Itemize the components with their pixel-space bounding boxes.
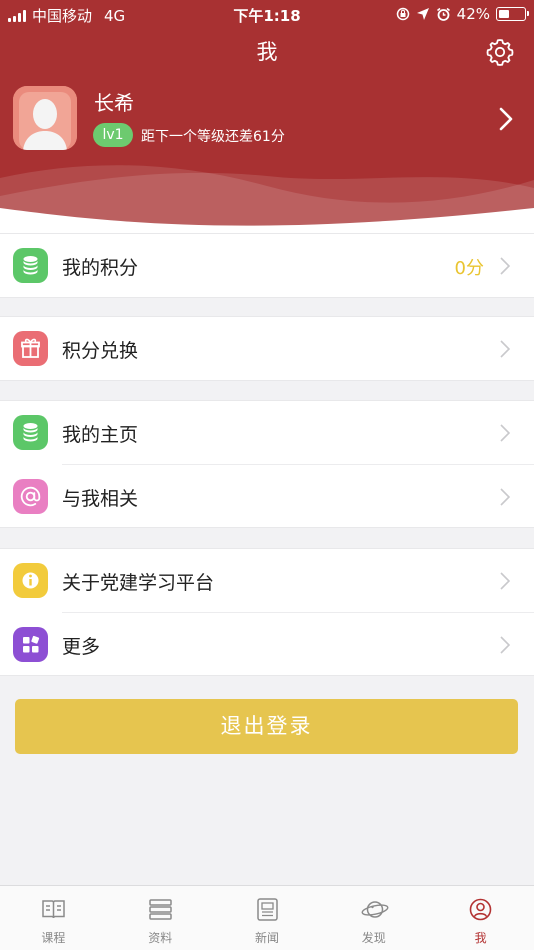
rotation-lock-icon bbox=[396, 7, 409, 21]
logout-button[interactable]: 退出登录 bbox=[15, 699, 518, 754]
level-badge: lv1 bbox=[93, 123, 133, 147]
profile-header: 中国移动 4G 下午1:18 42% 我 长希 lv1 距下一个等级还差61分 bbox=[0, 0, 534, 235]
at-icon bbox=[13, 479, 48, 514]
menu-item-label: 我的主页 bbox=[62, 424, 139, 446]
tab-label: 资料 bbox=[148, 931, 173, 945]
menu-item-label: 我的积分 bbox=[62, 257, 139, 279]
chevron-right-icon bbox=[500, 636, 511, 654]
avatar[interactable] bbox=[13, 86, 77, 150]
menu-item-more[interactable]: 更多 bbox=[13, 612, 534, 675]
newspaper-icon bbox=[256, 898, 278, 921]
menu-item-label: 关于党建学习平台 bbox=[62, 572, 215, 594]
page-title: 我 bbox=[256, 40, 278, 64]
menu-group-personal: 我的主页 与我相关 bbox=[0, 400, 534, 528]
battery-percent: 42% bbox=[456, 5, 490, 23]
battery-icon bbox=[496, 7, 529, 21]
tab-label: 课程 bbox=[41, 931, 66, 945]
tab-label: 发现 bbox=[361, 931, 386, 945]
gift-icon bbox=[13, 331, 48, 366]
tab-discover[interactable]: 发现 bbox=[320, 886, 427, 950]
menu-item-about-platform[interactable]: 关于党建学习平台 bbox=[0, 549, 534, 612]
menu-item-points-exchange[interactable]: 积分兑换 bbox=[0, 317, 534, 380]
chevron-right-icon bbox=[500, 340, 511, 358]
info-icon bbox=[13, 563, 48, 598]
menu-item-my-homepage[interactable]: 我的主页 bbox=[0, 401, 534, 464]
menu-group-about: 关于党建学习平台 更多 bbox=[0, 548, 534, 676]
stack-icon bbox=[149, 899, 172, 920]
user-icon bbox=[469, 898, 492, 921]
user-silhouette-icon bbox=[13, 86, 77, 150]
gear-icon[interactable] bbox=[485, 37, 515, 67]
menu-item-related-to-me[interactable]: 与我相关 bbox=[13, 464, 534, 527]
profile-chevron-right-icon[interactable] bbox=[496, 106, 516, 132]
coin-stack-icon bbox=[13, 248, 48, 283]
menu-item-my-points[interactable]: 我的积分 0分 bbox=[0, 234, 534, 297]
tab-courses[interactable]: 课程 bbox=[0, 886, 107, 950]
menu-item-label: 积分兑换 bbox=[62, 340, 139, 362]
chevron-right-icon bbox=[500, 257, 511, 275]
points-value: 0分 bbox=[454, 258, 484, 279]
grid-icon bbox=[13, 627, 48, 662]
user-name: 长希 bbox=[94, 91, 134, 115]
level-progress-text: 距下一个等级还差61分 bbox=[141, 129, 285, 145]
tab-news[interactable]: 新闻 bbox=[214, 886, 321, 950]
menu-item-label: 更多 bbox=[62, 636, 101, 658]
location-arrow-icon bbox=[416, 8, 429, 20]
bottom-tab-bar: 课程 资料 新闻 发现 我 bbox=[0, 885, 534, 950]
status-bar: 中国移动 4G 下午1:18 42% bbox=[0, 0, 534, 28]
coin-stack-icon bbox=[13, 415, 48, 450]
planet-icon bbox=[361, 901, 389, 918]
tab-label: 新闻 bbox=[254, 931, 279, 945]
tab-me[interactable]: 我 bbox=[427, 886, 534, 950]
book-icon bbox=[42, 900, 65, 919]
menu-item-label: 与我相关 bbox=[62, 488, 139, 510]
tab-label: 我 bbox=[474, 931, 487, 945]
tab-materials[interactable]: 资料 bbox=[107, 886, 214, 950]
menu-group-exchange: 积分兑换 bbox=[0, 316, 534, 381]
alarm-icon bbox=[436, 7, 450, 21]
chevron-right-icon bbox=[500, 572, 511, 590]
menu-group-points: 我的积分 0分 bbox=[0, 233, 534, 298]
chevron-right-icon bbox=[500, 488, 511, 506]
chevron-right-icon bbox=[500, 424, 511, 442]
